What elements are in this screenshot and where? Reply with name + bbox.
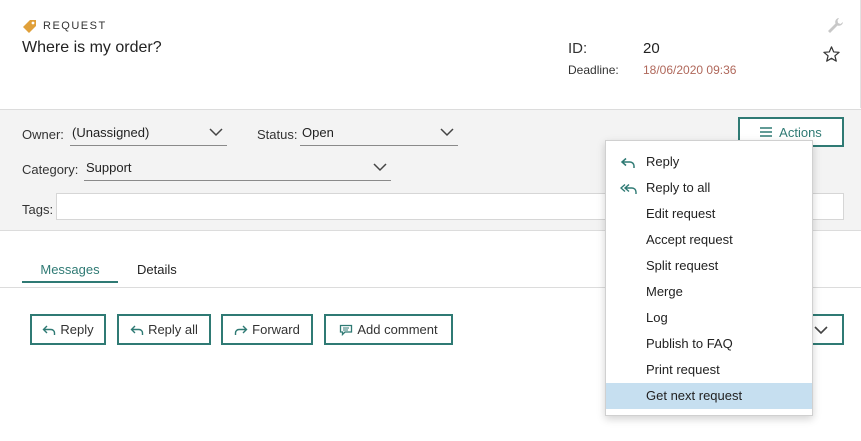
menu-item-accept-request[interactable]: Accept request xyxy=(606,227,812,253)
menu-item-label: Edit request xyxy=(646,206,716,221)
reply-all-button[interactable]: Reply all xyxy=(117,314,211,345)
menu-item-publish-to-faq[interactable]: Publish to FAQ xyxy=(606,331,812,357)
id-label: ID: xyxy=(568,40,588,57)
actions-menu: Reply Reply to all Edit request Accept r… xyxy=(605,140,813,416)
reply-icon xyxy=(620,157,635,168)
chevron-down-icon xyxy=(814,326,828,335)
category-value: Support xyxy=(86,160,132,175)
tag-icon xyxy=(23,20,36,33)
star-icon[interactable] xyxy=(822,45,841,64)
owner-select[interactable]: (Unassigned) xyxy=(70,122,227,146)
menu-item-label: Get next request xyxy=(646,388,743,403)
menu-item-reply[interactable]: Reply xyxy=(606,149,812,175)
menu-icon xyxy=(760,127,773,137)
menu-item-label: Publish to FAQ xyxy=(646,336,733,351)
menu-item-label: Accept request xyxy=(646,232,733,247)
deadline-label: Deadline: xyxy=(568,63,619,77)
id-value: 20 xyxy=(643,40,660,57)
active-tab-indicator xyxy=(22,281,118,283)
reply-all-icon xyxy=(130,325,144,335)
request-type-label: REQUEST xyxy=(22,19,107,33)
chevron-down-icon xyxy=(209,128,223,137)
add-comment-label: Add comment xyxy=(357,322,438,337)
actions-label: Actions xyxy=(779,124,822,140)
status-select[interactable]: Open xyxy=(300,122,458,146)
reply-icon xyxy=(42,325,56,335)
forward-label: Forward xyxy=(252,322,300,337)
menu-item-split-request[interactable]: Split request xyxy=(606,253,812,279)
reply-button[interactable]: Reply xyxy=(30,314,106,345)
category-label: Category: xyxy=(22,162,79,177)
deadline-value: 18/06/2020 09:36 xyxy=(643,63,737,77)
forward-button[interactable]: Forward xyxy=(221,314,313,345)
request-title: Where is my order? xyxy=(22,39,162,56)
menu-item-reply-to-all[interactable]: Reply to all xyxy=(606,175,812,201)
menu-item-log[interactable]: Log xyxy=(606,305,812,331)
tags-label: Tags: xyxy=(22,202,54,217)
reply-all-icon xyxy=(620,183,637,194)
menu-item-merge[interactable]: Merge xyxy=(606,279,812,305)
add-comment-button[interactable]: Add comment xyxy=(324,314,453,345)
category-select[interactable]: Support xyxy=(84,157,391,181)
menu-item-label: Reply xyxy=(646,154,680,169)
menu-item-label: Reply to all xyxy=(646,180,711,195)
menu-item-label: Print request xyxy=(646,362,720,377)
owner-value: (Unassigned) xyxy=(72,125,150,140)
menu-item-print-request[interactable]: Print request xyxy=(606,357,812,383)
comment-icon xyxy=(340,324,353,336)
chevron-down-icon xyxy=(373,163,387,172)
request-label-text: REQUEST xyxy=(43,20,107,32)
status-label: Status: xyxy=(257,127,298,142)
reply-all-label: Reply all xyxy=(148,322,198,337)
tab-messages[interactable]: Messages xyxy=(22,262,118,277)
menu-item-edit-request[interactable]: Edit request xyxy=(606,201,812,227)
forward-icon xyxy=(234,325,248,335)
owner-label: Owner: xyxy=(22,127,64,142)
tab-details[interactable]: Details xyxy=(137,262,177,277)
wrench-icon[interactable] xyxy=(826,17,844,35)
reply-label: Reply xyxy=(60,322,94,337)
menu-item-get-next-request[interactable]: Get next request xyxy=(606,383,812,409)
chevron-down-icon xyxy=(440,128,454,137)
request-header: REQUEST Where is my order? ID: 20 Deadli… xyxy=(0,0,861,108)
status-value: Open xyxy=(302,125,334,140)
menu-item-label: Split request xyxy=(646,258,719,273)
menu-item-label: Log xyxy=(646,310,668,325)
menu-item-label: Merge xyxy=(646,284,683,299)
